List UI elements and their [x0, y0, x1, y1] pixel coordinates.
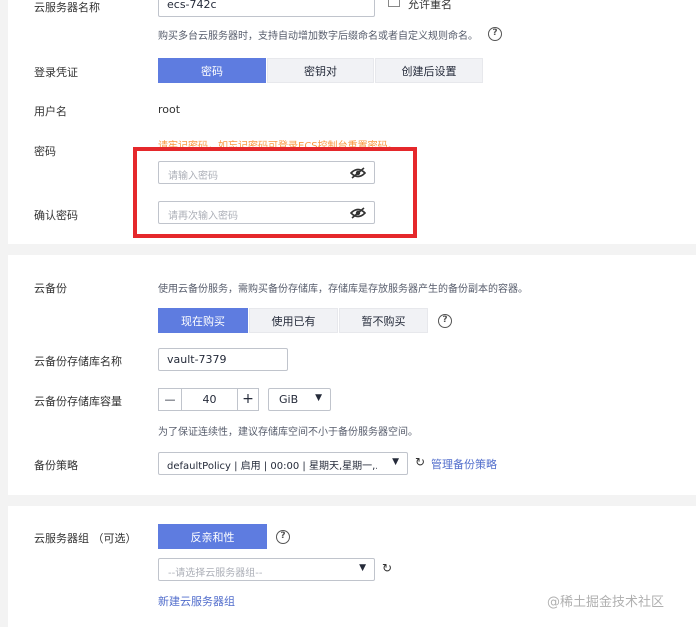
vault-capacity-label: 云备份存储库容量 — [34, 395, 122, 408]
cloud-backup-description: 使用云备份服务，需购买备份存储库，存储库是存放服务器产生的备份副本的容器。 — [158, 284, 528, 295]
vault-name-label: 云备份存储库名称 — [34, 355, 122, 368]
capacity-hint: 为了保证连续性，建议存储库空间不小于备份服务器空间。 — [158, 427, 418, 438]
backup-policy-select[interactable]: defaultPolicy | 启用 | 00:00 | 星期天,星期一,...… — [158, 452, 408, 475]
refresh-icon[interactable]: ↻ — [415, 455, 425, 469]
server-name-input[interactable]: ecs-742c — [158, 0, 375, 17]
vault-name-input[interactable]: vault-7379 — [158, 348, 288, 371]
backup-option-use-existing[interactable]: 使用已有 — [249, 308, 338, 333]
cloud-backup-card: 云备份 使用云备份服务，需购买备份存储库，存储库是存放服务器产生的备份副本的容器… — [8, 255, 696, 495]
capacity-value[interactable]: 40 — [182, 389, 237, 410]
help-icon[interactable]: ? — [276, 530, 290, 544]
login-option-set-later[interactable]: 创建后设置 — [375, 58, 483, 83]
username-value: root — [158, 103, 181, 116]
help-icon[interactable]: ? — [438, 314, 452, 328]
increase-button[interactable]: + — [237, 389, 258, 410]
password-label: 密码 — [34, 145, 56, 158]
backup-option-not-now[interactable]: 暂不购买 — [339, 308, 428, 333]
backup-policy-label: 备份策略 — [34, 459, 78, 472]
refresh-icon[interactable]: ↻ — [382, 561, 392, 575]
server-group-label: 云服务器组 （可选） — [34, 532, 137, 545]
server-group-placeholder: --请选择云服务器组-- — [168, 568, 263, 579]
caret-down-icon: ▼ — [359, 563, 366, 573]
login-credential-label: 登录凭证 — [34, 66, 78, 79]
capacity-unit-value: GiB — [279, 393, 299, 406]
server-group-select[interactable]: --请选择云服务器组-- ▼ — [158, 558, 375, 581]
username-label: 用户名 — [34, 105, 67, 118]
confirm-password-label: 确认密码 — [34, 209, 78, 222]
backup-policy-value: defaultPolicy | 启用 | 00:00 | 星期天,星期一,... — [167, 461, 377, 472]
help-icon[interactable]: ? — [488, 27, 502, 41]
server-name-value: ecs-742c — [167, 0, 217, 11]
capacity-unit-select[interactable]: GiB ▼ — [268, 388, 331, 411]
watermark: @稀土掘金技术社区 — [547, 595, 665, 610]
server-name-label: 云服务器名称 — [34, 1, 100, 14]
highlight-annotation-box — [133, 147, 417, 238]
decrease-button[interactable]: — — [159, 389, 182, 410]
manage-backup-policy-link[interactable]: 管理备份策略 — [431, 456, 497, 472]
login-option-keypair[interactable]: 密钥对 — [267, 58, 374, 83]
vault-capacity-stepper[interactable]: — 40 + — [158, 388, 259, 411]
caret-down-icon: ▼ — [392, 457, 399, 467]
cloud-backup-label: 云备份 — [34, 282, 67, 295]
vault-name-value: vault-7379 — [167, 353, 227, 366]
batch-naming-hint: 购买多台云服务器时，支持自动增加数字后缀命名或者自定义规则命名。 — [158, 31, 478, 42]
anti-affinity-button[interactable]: 反亲和性 — [158, 524, 267, 549]
caret-down-icon: ▼ — [315, 393, 322, 403]
backup-option-buy-now[interactable]: 现在购买 — [158, 308, 248, 333]
new-server-group-link[interactable]: 新建云服务器组 — [158, 593, 235, 609]
login-option-password[interactable]: 密码 — [158, 58, 266, 83]
allow-duplicate-checkbox[interactable] — [388, 0, 400, 7]
allow-duplicate-label: 允许重名 — [408, 0, 452, 11]
